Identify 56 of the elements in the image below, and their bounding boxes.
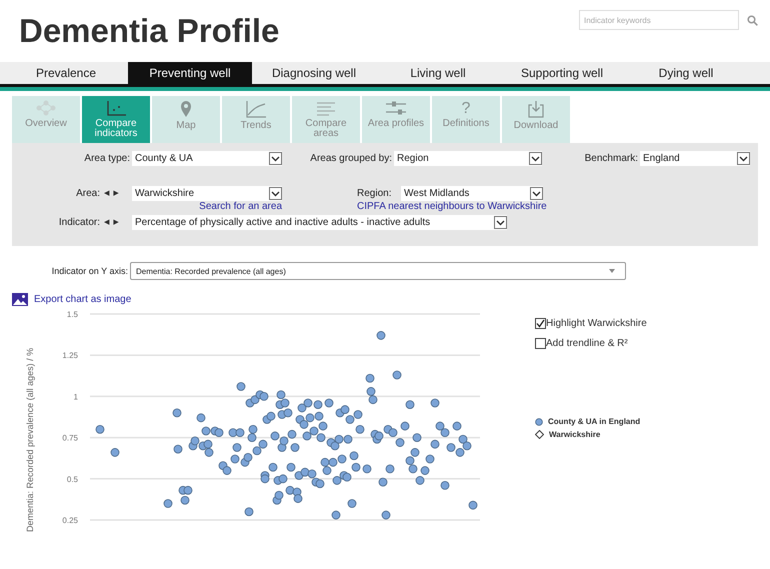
- caret-icon: [269, 187, 282, 200]
- download-icon: [527, 100, 545, 118]
- domain-tab[interactable]: Preventing well: [128, 62, 252, 84]
- caret-icon: [609, 269, 615, 273]
- domain-tab[interactable]: Living well: [376, 62, 500, 84]
- domain-tab[interactable]: Diagnosing well: [252, 62, 376, 84]
- tick-label: 0.25: [62, 516, 78, 525]
- checkbox[interactable]: [535, 318, 546, 328]
- legend-label: County & UA in England: [548, 417, 640, 426]
- tick-label: 1: [74, 392, 78, 402]
- option-checkbox[interactable]: Highlight Warwickshire: [535, 313, 647, 333]
- tick-label: 0.75: [62, 434, 78, 443]
- field-label: Benchmark:: [584, 152, 639, 166]
- field-label: Area:: [75, 187, 101, 201]
- image-icon: [12, 293, 28, 306]
- legend-diamond-icon: [535, 430, 544, 439]
- question-icon: ?: [462, 100, 470, 117]
- chart-axes-icon: [105, 100, 127, 116]
- caret-icon: [494, 216, 507, 229]
- indicator-dropdown[interactable]: Percentage of physically active and inactive adults - inactive adults: [132, 215, 507, 230]
- search-field[interactable]: Indicator keywords: [579, 10, 739, 30]
- tick-label: 1.25: [62, 351, 78, 360]
- area-dropdown[interactable]: Warwickshire: [132, 186, 282, 201]
- caret-icon: [269, 152, 282, 165]
- grouped-by-dropdown[interactable]: Region: [394, 151, 542, 166]
- field-label: Indicator on Y axis:: [50, 264, 129, 278]
- sliders-icon: [384, 100, 408, 116]
- checkbox[interactable]: [535, 338, 546, 348]
- tick-label: 1.5: [66, 310, 78, 319]
- domain-tab[interactable]: Dying well: [624, 62, 748, 84]
- field-label: Areas grouped by:: [309, 152, 393, 166]
- selected-group-dropdown[interactable]: West Midlands: [401, 186, 543, 201]
- field-label: Region:: [357, 187, 392, 201]
- search-icon[interactable]: [747, 14, 758, 26]
- lines-icon: [315, 100, 337, 116]
- tick-label: 0.5: [66, 474, 78, 484]
- export-link[interactable]: Export chart as image: [12, 293, 132, 306]
- y-axis-dropdown[interactable]: Dementia: Recorded prevalence (all ages): [130, 262, 626, 280]
- caret-icon: [737, 152, 750, 165]
- field-label: Area type:: [83, 152, 131, 166]
- benchmark-dropdown[interactable]: England: [640, 151, 750, 166]
- option-checkbox[interactable]: Add trendline & R²: [535, 333, 628, 353]
- domain-tab[interactable]: Supporting well: [500, 62, 624, 84]
- search-area-link[interactable]: Search for an area: [199, 201, 282, 213]
- nearest-neighbours-link[interactable]: CIPFA nearest neighbours to Warwickshire: [357, 201, 547, 213]
- caret-icon: [530, 187, 543, 200]
- caret-icon: [529, 152, 542, 165]
- page-title: Dementia Profile: [19, 12, 280, 50]
- y-axis-title: Dementia: Recorded prevalence (all ages) / %: [25, 348, 35, 532]
- area-type-dropdown[interactable]: County & UA: [132, 151, 282, 166]
- legend-label: Warwickshire: [549, 430, 600, 439]
- legend-dot-icon: [535, 418, 543, 426]
- field-label: Indicator:: [58, 216, 101, 230]
- domain-tab[interactable]: Prevalence: [4, 62, 128, 84]
- line-chart-icon: [245, 100, 267, 118]
- map-pin-icon: [180, 100, 192, 118]
